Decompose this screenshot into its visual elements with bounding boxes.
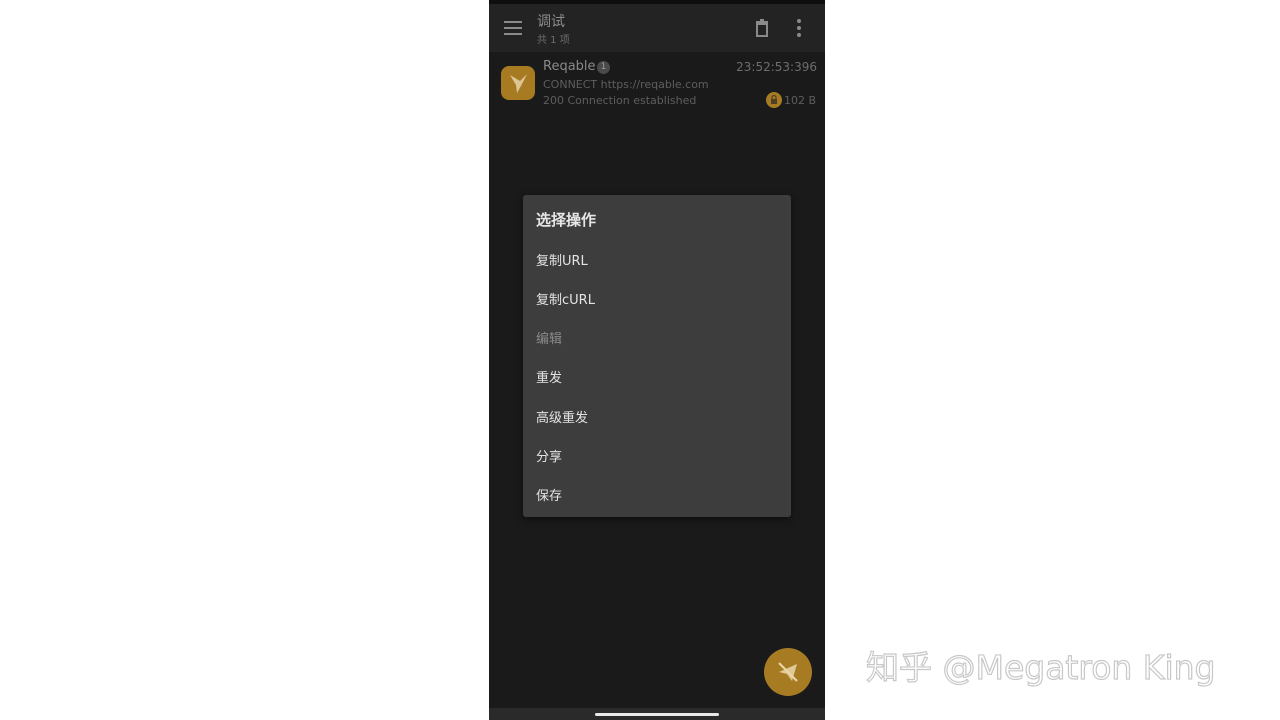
watermark-text: 知乎 @Megatron King: [865, 647, 1216, 687]
option-resend[interactable]: 重发: [523, 359, 791, 398]
item-size: 102 B: [783, 94, 816, 107]
dialog-title: 选择操作: [536, 211, 597, 229]
item-status-line: 200 Connection established: [543, 94, 697, 107]
home-indicator[interactable]: [595, 713, 719, 716]
action-dialog: 选择操作 复制URL 复制cURL 编辑 重发 高级重发 分享 保存: [523, 195, 791, 517]
option-share[interactable]: 分享: [523, 438, 791, 477]
option-save[interactable]: 保存: [523, 477, 791, 516]
list-item[interactable]: Reqable 1 23:52:53:396 CONNECT https://r…: [489, 54, 825, 112]
hamburger-menu-icon[interactable]: [504, 21, 522, 35]
option-advanced-resend[interactable]: 高级重发: [523, 399, 791, 438]
option-copy-curl[interactable]: 复制cURL: [523, 281, 791, 320]
item-count-badge: 1: [597, 61, 610, 74]
hummingbird-logo-icon: [501, 66, 535, 100]
more-vert-icon[interactable]: [789, 17, 809, 39]
item-app-name: Reqable: [543, 59, 596, 74]
lock-icon: [766, 92, 782, 108]
send-off-button[interactable]: [764, 648, 812, 696]
item-request-line: CONNECT https://reqable.com: [543, 78, 709, 91]
page-title: 调试: [537, 14, 565, 30]
phone-screen: 调试 共 1 项 Reqable 1 23:52:53:396 CONNECT …: [489, 0, 825, 720]
trash-icon[interactable]: [752, 17, 772, 39]
page-subtitle: 共 1 项: [537, 35, 570, 46]
option-edit: 编辑: [536, 332, 563, 347]
send-off-icon: [778, 662, 798, 682]
item-timestamp: 23:52:53:396: [736, 60, 817, 74]
option-copy-url[interactable]: 复制URL: [523, 242, 791, 281]
app-bar: 调试 共 1 项: [489, 4, 825, 52]
